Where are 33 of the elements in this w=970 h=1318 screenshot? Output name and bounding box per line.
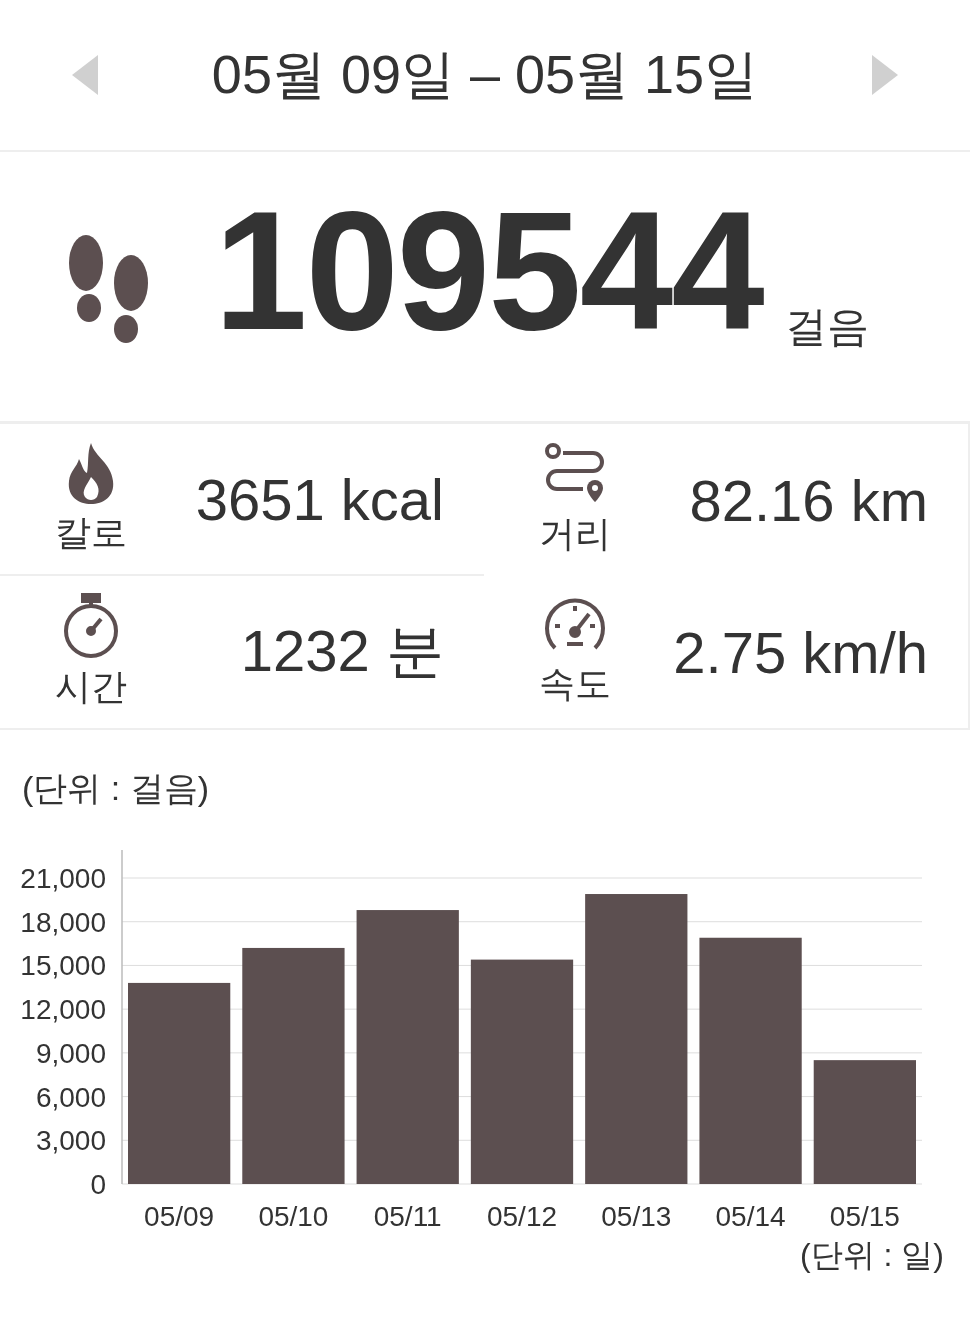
y-tick-label: 6,000	[35, 1081, 106, 1113]
y-tick-label: 12,000	[20, 994, 106, 1026]
x-tick-label: 05/11	[373, 1201, 442, 1232]
x-tick-label: 05/14	[715, 1201, 786, 1232]
y-tick-label: 9,000	[35, 1037, 106, 1069]
stat-label: 거리	[539, 511, 611, 556]
stat-label: 속도	[539, 661, 611, 706]
step-unit: 걸음	[784, 302, 869, 352]
stopwatch-icon	[61, 592, 121, 659]
y-tick-label: 18,000	[20, 906, 106, 938]
next-button[interactable]	[870, 53, 900, 97]
x-tick-label: 05/15	[829, 1201, 900, 1232]
stat-label: 시간	[55, 664, 127, 709]
stat-value: 1232 분	[239, 617, 444, 685]
step-count: 109544	[214, 187, 763, 355]
stat-value: 2.75 km/h	[672, 618, 928, 686]
y-tick-label: 3,000	[35, 1125, 106, 1157]
x-tick-label: 05/10	[258, 1201, 329, 1232]
x-tick-label: 05/09	[144, 1201, 215, 1232]
y-tick-label: 0	[90, 1169, 106, 1200]
x-unit-label: (단위 : 일)	[800, 1237, 944, 1273]
date-range: 05월 09일 – 05월 15일	[211, 42, 759, 106]
stat-label: 칼로	[55, 510, 127, 555]
right-arrow-icon	[870, 53, 900, 97]
left-arrow-icon	[70, 53, 100, 97]
y-tick-label: 15,000	[20, 950, 106, 982]
stat-value: 82.16 km	[688, 466, 928, 534]
stat-value: 3651 kcal	[194, 465, 444, 533]
chart-unit-label: (단위 : 걸음)	[22, 768, 209, 808]
x-tick-label: 05/12	[486, 1201, 558, 1232]
x-tick-label: 05/13	[601, 1201, 672, 1232]
y-tick-label: 21,000	[20, 863, 106, 894]
previous-button[interactable]	[70, 53, 100, 97]
